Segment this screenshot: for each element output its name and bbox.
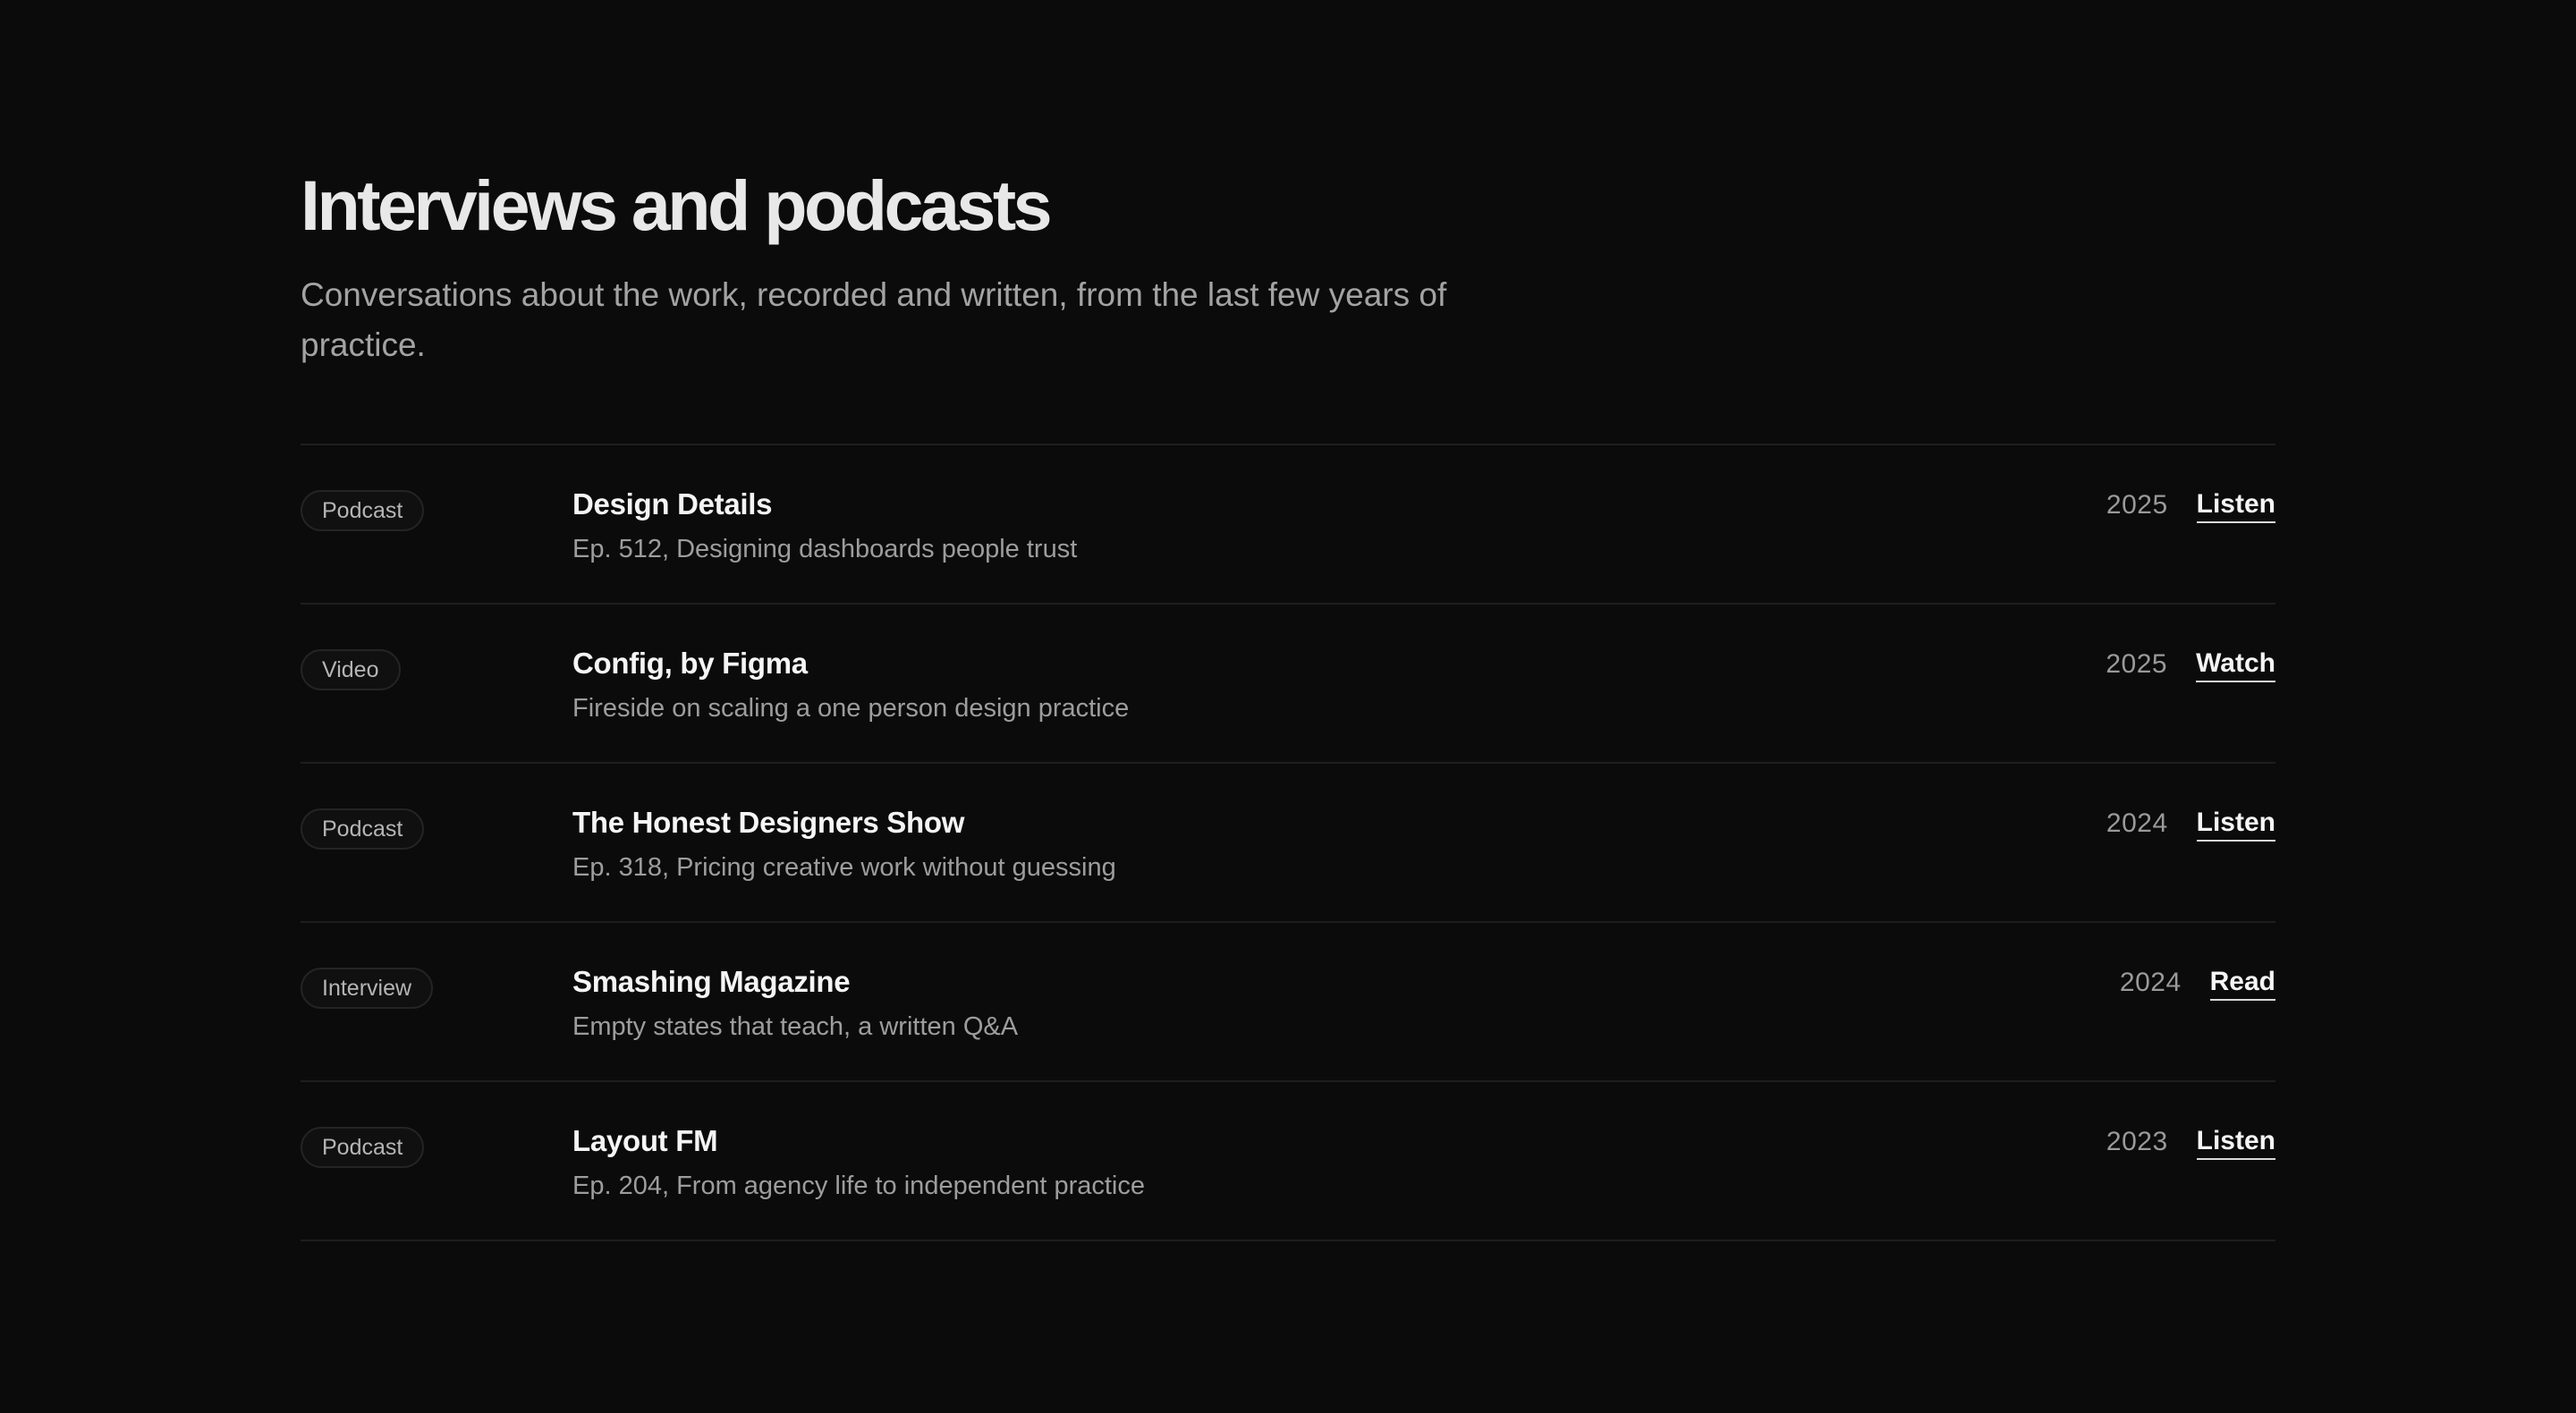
item-meta: 2025 Listen [2106, 487, 2275, 524]
item-year: 2025 [2106, 649, 2168, 679]
read-link[interactable]: Read [2209, 966, 2275, 1001]
type-badge: Interview [301, 968, 434, 1009]
list-item: Video Config, by Figma Fireside on scali… [301, 605, 2275, 764]
item-year: 2024 [2119, 968, 2182, 997]
item-title: Design Details [572, 487, 773, 520]
item-description: Ep. 512, Designing dashboards people tru… [572, 535, 1078, 563]
page-subtitle: Conversations about the work, recorded a… [301, 276, 1447, 363]
item-meta: 2025 Watch [2106, 646, 2275, 683]
item-title: The Honest Designers Show [572, 806, 965, 839]
list-item: Interview Smashing Magazine Empty states… [301, 923, 2275, 1082]
item-meta: 2023 Listen [2106, 1123, 2275, 1161]
item-year: 2023 [2106, 1127, 2168, 1156]
type-badge: Podcast [301, 490, 425, 531]
item-meta: 2024 Listen [2106, 805, 2275, 842]
item-title: Config, by Figma [572, 647, 808, 680]
item-description: Ep. 204, From agency life to independent… [572, 1172, 1145, 1200]
type-badge: Podcast [301, 808, 425, 850]
item-year: 2025 [2106, 490, 2168, 520]
item-meta: 2024 Read [2120, 964, 2275, 1002]
list-item: Podcast Layout FM Ep. 204, From agency l… [301, 1082, 2275, 1241]
item-description: Empty states that teach, a written Q&A [572, 1012, 1019, 1041]
item-description: Fireside on scaling a one person design … [572, 694, 1130, 723]
item-title: Smashing Magazine [572, 965, 851, 998]
list-item: Podcast The Honest Designers Show Ep. 31… [301, 764, 2275, 923]
item-description: Ep. 318, Pricing creative work without g… [572, 853, 1116, 882]
item-year: 2024 [2106, 808, 2168, 838]
listen-link[interactable]: Listen [2196, 1125, 2275, 1160]
type-badge: Video [301, 649, 401, 690]
type-badge: Podcast [301, 1127, 425, 1168]
list-item: Podcast Design Details Ep. 512, Designin… [301, 445, 2275, 605]
appearances-list: Podcast Design Details Ep. 512, Designin… [301, 444, 2275, 1241]
watch-link[interactable]: Watch [2196, 647, 2275, 682]
page-title: Interviews and podcasts [301, 165, 1053, 245]
listen-link[interactable]: Listen [2196, 488, 2275, 523]
listen-link[interactable]: Listen [2196, 807, 2275, 842]
item-title: Layout FM [572, 1124, 718, 1157]
